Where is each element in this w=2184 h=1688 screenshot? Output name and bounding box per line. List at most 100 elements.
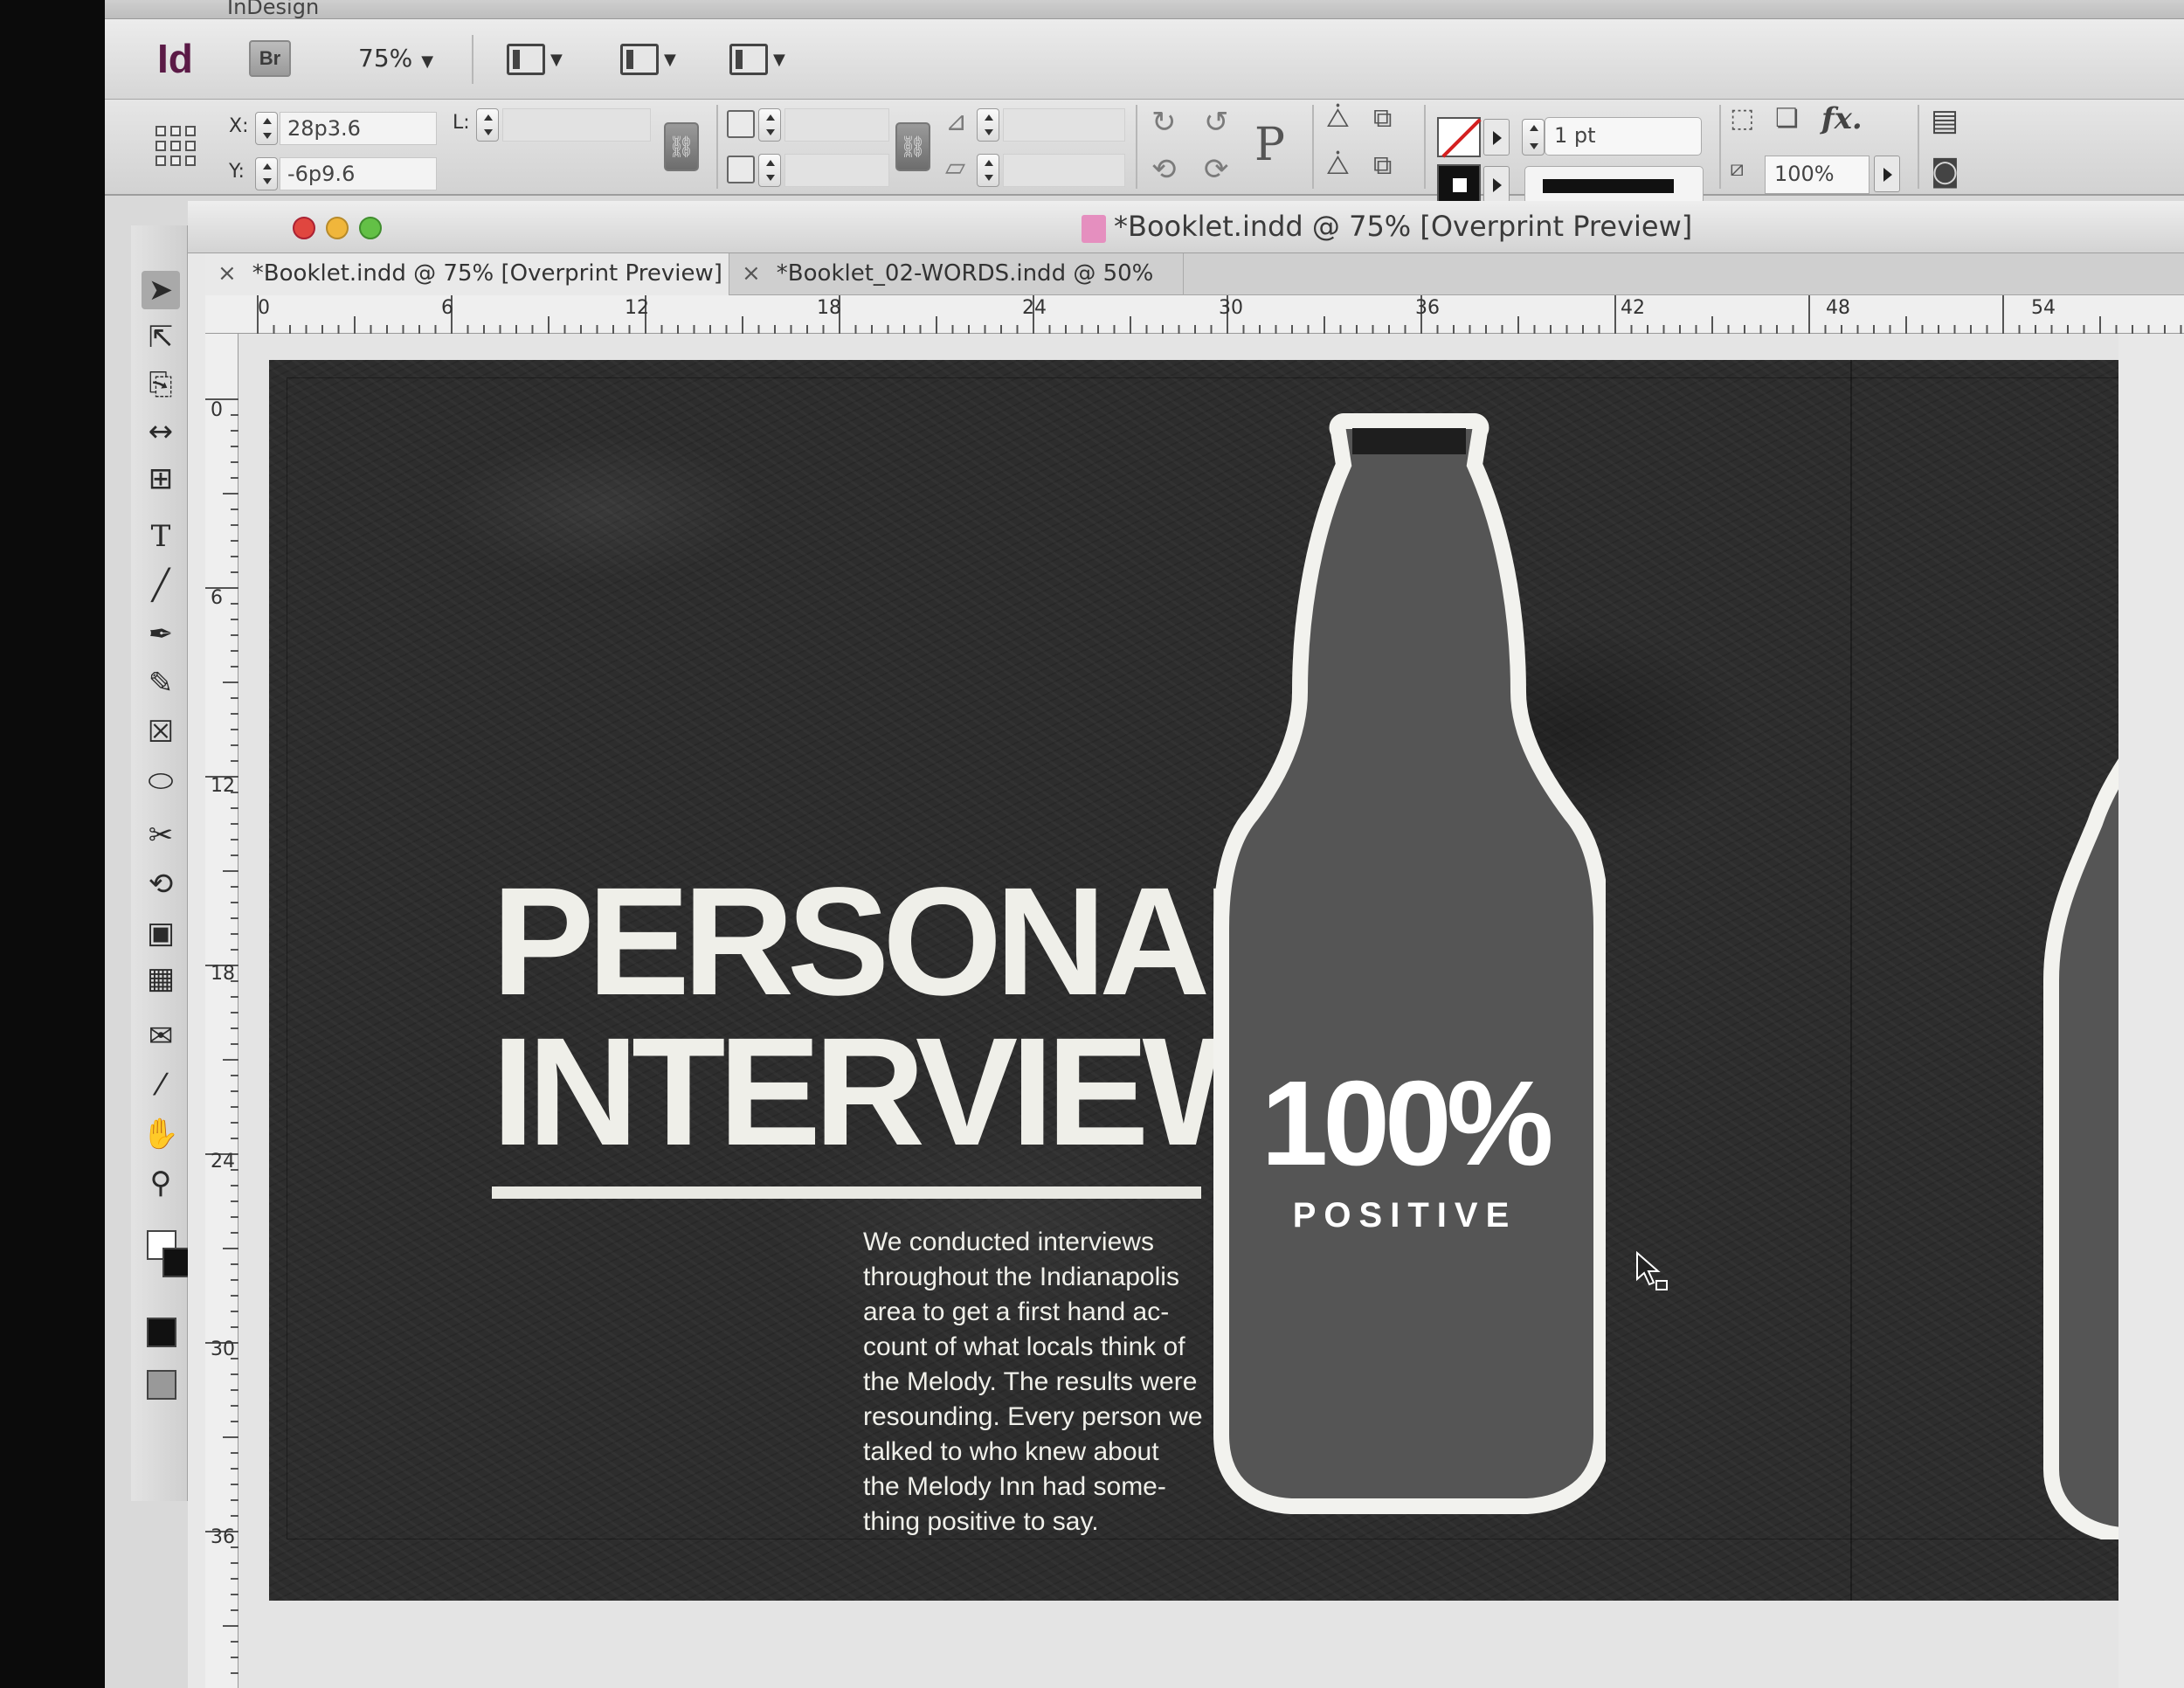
type-tool-icon[interactable]: T	[142, 517, 180, 556]
zoom-level-dropdown[interactable]: 75% ▼	[358, 44, 433, 73]
close-window-icon[interactable]	[293, 217, 315, 239]
object-effects-icon[interactable]: ⬚	[1730, 103, 1754, 134]
hand-tool-icon[interactable]: ✋	[142, 1115, 180, 1153]
tab-label: *Booklet.indd @ 75% [Overprint Preview]	[252, 260, 722, 287]
opacity-menu-icon[interactable]	[1874, 156, 1900, 192]
tab-label: *Booklet_02-WORDS.indd @ 50%	[776, 260, 1154, 287]
stroke-menu-icon[interactable]	[1483, 166, 1510, 203]
eyedropper-tool-icon[interactable]: ⁄	[142, 1066, 180, 1104]
line-tool-icon[interactable]: ╱	[142, 566, 180, 605]
flip-horizontal-icon[interactable]: ⟲	[1151, 152, 1177, 187]
rotate-clockwise-icon[interactable]: ↻	[1151, 105, 1177, 140]
select-container-icon[interactable]: ⧊	[1326, 103, 1350, 134]
screen-mode-button[interactable]: ▼	[620, 37, 681, 82]
scale-x-field[interactable]	[784, 108, 889, 142]
shear-field[interactable]	[1003, 154, 1125, 187]
page-tool-icon[interactable]: ⎘	[142, 365, 180, 404]
select-next-icon[interactable]: ⧉	[1373, 150, 1392, 181]
constrain-proportions-icon[interactable]: ⛓	[664, 122, 699, 171]
panel-menu-icon[interactable]: ▤	[1931, 103, 1959, 138]
arrange-documents-icon	[729, 44, 768, 75]
view-options-icon	[507, 44, 545, 75]
ruler-ticks	[205, 398, 238, 1674]
zoom-window-icon[interactable]	[359, 217, 382, 239]
scale-y-field[interactable]	[784, 154, 889, 187]
direct-selection-tool-icon[interactable]: ⇱	[142, 318, 180, 356]
effects-button[interactable]: fx.	[1821, 101, 1863, 136]
statistic-label: POSITIVE	[1292, 1196, 1517, 1235]
free-transform-tool-icon[interactable]: ⟲	[142, 865, 180, 903]
pasteboard[interactable]: PERSONAL INTERVIEWS We conducted intervi…	[238, 334, 2118, 1688]
stroke-type-dropdown[interactable]	[1524, 166, 1704, 204]
ellipse-tool-icon[interactable]: ⬭	[142, 762, 180, 800]
bottle-cap	[1352, 428, 1466, 454]
width-field[interactable]	[502, 108, 651, 142]
indesign-logo: Id	[157, 36, 193, 81]
stroke-black-swatch[interactable]	[1437, 164, 1481, 204]
bottle-graphic[interactable]	[1213, 404, 1606, 1522]
screen-mode-icon[interactable]	[147, 1370, 176, 1400]
rectangle-frame-tool-icon[interactable]: ☒	[142, 713, 180, 751]
mouse-pointer-icon	[1636, 1251, 1668, 1290]
content-collector-icon[interactable]: ⊞	[142, 460, 180, 498]
ruler-label: 0	[211, 399, 223, 421]
y-stepper[interactable]	[255, 157, 278, 190]
stroke-weight-field[interactable]: 1 pt	[1545, 117, 1702, 156]
gradient-feather-tool-icon[interactable]: ▦	[142, 959, 180, 998]
tab-booklet-words[interactable]: × *Booklet_02-WORDS.indd @ 50%	[729, 253, 1184, 295]
fill-menu-icon[interactable]	[1483, 119, 1510, 156]
note-tool-icon[interactable]: ✉	[142, 1017, 180, 1055]
x-stepper[interactable]	[255, 112, 278, 145]
application-bar: Id Br 75% ▼ ▼ ▼ ▼	[105, 19, 2184, 100]
scale-x-stepper[interactable]	[758, 108, 781, 142]
zoom-tool-icon[interactable]: ⚲	[142, 1164, 180, 1202]
flip-vertical-icon[interactable]: ⟳	[1204, 152, 1229, 187]
ruler-label: 12	[625, 297, 649, 319]
layout-page[interactable]: PERSONAL INTERVIEWS We conducted intervi…	[269, 360, 2118, 1601]
chevron-down-icon: ▼	[773, 50, 785, 69]
x-position-field[interactable]: 28p3.6	[280, 112, 437, 145]
drop-shadow-icon[interactable]: ❏	[1775, 103, 1799, 134]
second-bottle-graphic[interactable]	[2025, 666, 2118, 1539]
view-options-button[interactable]: ▼	[507, 37, 568, 82]
tab-booklet[interactable]: × *Booklet.indd @ 75% [Overprint Preview]	[205, 253, 729, 295]
rotation-field[interactable]	[1003, 108, 1125, 142]
menu-strip: InDesign	[105, 0, 2184, 19]
column-guide	[1850, 360, 1852, 1601]
divider	[1424, 105, 1426, 189]
select-content-icon[interactable]: ⧊	[1326, 150, 1350, 181]
l-stepper[interactable]	[476, 108, 499, 142]
y-position-field[interactable]: -6p9.6	[280, 157, 437, 190]
rotation-angle-icon: ⊿	[945, 107, 968, 137]
selection-tool-icon[interactable]: ➤	[142, 271, 180, 309]
shear-stepper[interactable]	[977, 154, 999, 187]
body-text-frame[interactable]: We conducted interviews throughout the I…	[863, 1225, 1221, 1539]
gap-tool-icon[interactable]: ↔	[142, 412, 180, 451]
select-previous-icon[interactable]: ⧉	[1373, 103, 1392, 134]
close-icon[interactable]: ×	[742, 260, 761, 287]
constrain-scale-icon[interactable]: ⛓	[895, 122, 930, 171]
stroke-weight-stepper[interactable]	[1522, 119, 1545, 156]
scissors-tool-icon[interactable]: ✂	[142, 816, 180, 854]
screen: InDesign Id Br 75% ▼ ▼ ▼ ▼ X: 28p3.6 Y: -…	[105, 0, 2184, 1688]
bridge-button[interactable]: Br	[249, 40, 291, 77]
quick-apply-icon[interactable]: ◙	[1931, 154, 1959, 189]
document-icon	[1082, 215, 1106, 243]
tools-panel: ➤ ⇱ ⎘ ↔ ⊞ T ╱ ✒ ✎ ☒ ⬭ ✂ ⟲ ▣ ▦ ✉ ⁄ ✋ ⚲	[131, 225, 192, 1501]
pen-tool-icon[interactable]: ✒	[142, 615, 180, 654]
fill-none-swatch[interactable]	[1437, 117, 1481, 157]
opacity-field[interactable]: 100%	[1765, 156, 1870, 194]
scale-y-stepper[interactable]	[758, 154, 781, 187]
ruler-label: 36	[211, 1526, 235, 1548]
app-menu-name[interactable]: InDesign	[227, 0, 319, 19]
minimize-window-icon[interactable]	[326, 217, 349, 239]
apply-color-icon[interactable]	[147, 1318, 176, 1347]
close-icon[interactable]: ×	[218, 260, 237, 287]
rotate-counterclockwise-icon[interactable]: ↺	[1204, 105, 1229, 140]
reference-point-icon[interactable]	[156, 126, 196, 166]
bottle-shape	[1213, 413, 1606, 1514]
rotation-stepper[interactable]	[977, 108, 999, 142]
arrange-documents-button[interactable]: ▼	[729, 37, 791, 82]
pencil-tool-icon[interactable]: ✎	[142, 664, 180, 702]
gradient-swatch-tool-icon[interactable]: ▣	[142, 914, 180, 952]
